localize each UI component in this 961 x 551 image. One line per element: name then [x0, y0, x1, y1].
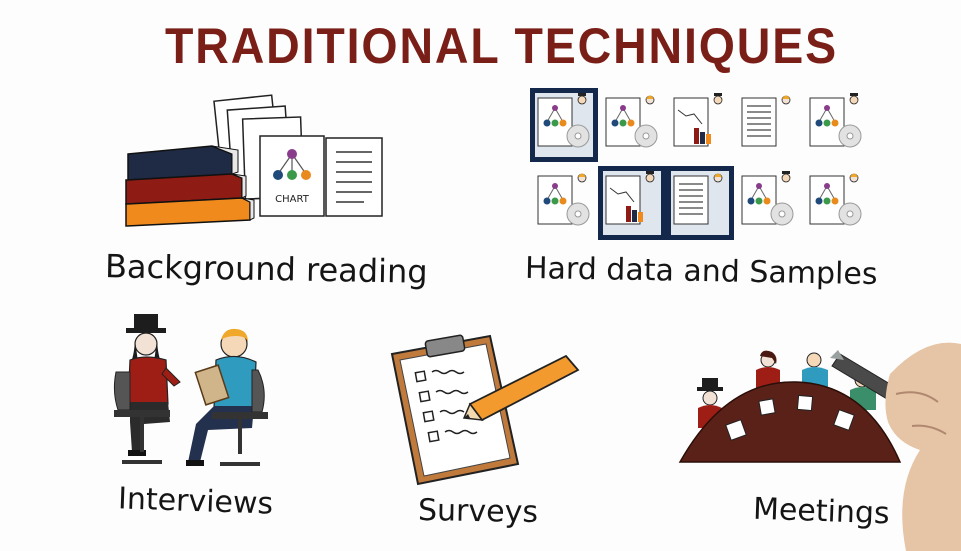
surveys-illustration — [390, 334, 580, 486]
background-reading-illustration: CHART — [125, 94, 383, 227]
surveys-label: Surveys — [417, 492, 539, 531]
hard-data-label: Hard data and Samples — [524, 250, 878, 293]
sample-thumbnail — [537, 173, 590, 226]
interviewer-person-icon — [113, 314, 181, 464]
slide-title: TRADITIONAL TECHNIQUES — [165, 18, 838, 74]
hard-data-illustration — [530, 88, 862, 240]
sample-thumbnail — [598, 166, 666, 240]
interviews-illustration — [113, 314, 268, 466]
chart-caption: CHART — [275, 194, 310, 205]
chart-document-icon: CHART — [259, 135, 325, 217]
sample-thumbnail — [741, 171, 794, 226]
background-reading-label: Background reading — [104, 247, 428, 291]
sample-thumbnail — [809, 93, 862, 148]
text-document-icon — [325, 137, 383, 217]
sample-thumbnail — [530, 88, 598, 162]
presenter-hand-icon — [830, 342, 961, 551]
sample-thumbnail — [809, 173, 862, 226]
sample-thumbnail — [741, 95, 791, 147]
sample-thumbnail — [666, 166, 734, 240]
sample-thumbnail — [673, 93, 723, 147]
book-stack-icon — [125, 145, 255, 227]
interviews-label: Interviews — [117, 481, 274, 522]
interviewee-person-icon — [186, 328, 268, 466]
slide: TRADITIONAL TECHNIQUES CHART Background … — [0, 0, 961, 551]
sample-thumbnail — [605, 95, 658, 148]
